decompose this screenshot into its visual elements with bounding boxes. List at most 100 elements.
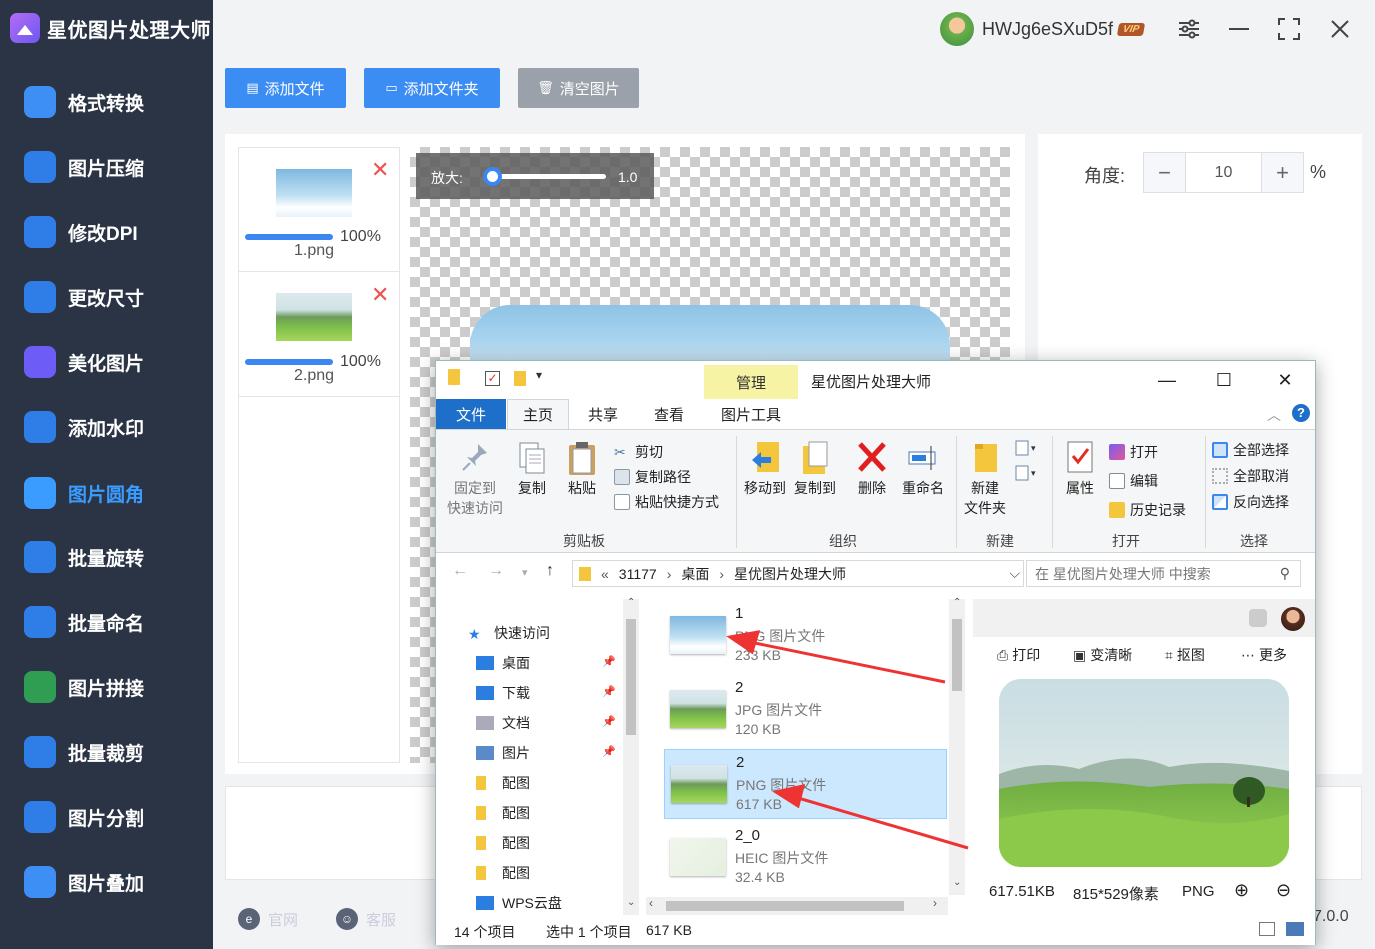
sidebar-item[interactable]: 图片拼接 <box>0 667 213 707</box>
explorer-maximize-icon[interactable]: ☐ <box>1209 367 1239 393</box>
sharpen-button[interactable]: ▣ 变清晰 <box>1073 645 1132 665</box>
up-icon[interactable]: ↑ <box>546 562 554 580</box>
invert-selection-button[interactable]: 反向选择 <box>1212 492 1289 512</box>
nav-item[interactable]: 桌面 <box>476 653 530 673</box>
explorer-minimize-icon[interactable]: — <box>1152 367 1182 393</box>
nav-item[interactable]: ★ 快速访问 <box>468 623 550 643</box>
nav-item[interactable]: 配图 <box>476 833 530 853</box>
scroll-down-icon[interactable]: ⌄ <box>953 877 961 888</box>
user-avatar-icon[interactable] <box>1281 607 1305 631</box>
tab-share[interactable]: 共享 <box>573 399 633 429</box>
breadcrumb[interactable]: 31177 <box>619 566 657 582</box>
add-file-button[interactable]: ▤ 添加文件 <box>225 68 346 108</box>
settings-icon[interactable] <box>1176 16 1202 42</box>
forward-icon[interactable]: → <box>488 562 504 580</box>
search-input[interactable]: 在 星优图片处理大师 中搜索 ⚲ <box>1026 560 1301 587</box>
maximize-icon[interactable] <box>1276 16 1302 42</box>
edit-button[interactable]: 编辑 <box>1109 471 1158 491</box>
file-row-selected[interactable]: 2 PNG 图片文件 617 KB <box>664 749 947 819</box>
website-link[interactable]: e 官网 <box>238 908 298 930</box>
cut-button[interactable]: ✂ 剪切 <box>614 442 663 462</box>
zoom-slider-track[interactable] <box>486 174 606 179</box>
scroll-left-icon[interactable]: ‹ <box>649 896 653 910</box>
copy-to-button[interactable]: 复制到 <box>791 440 839 498</box>
nav-item[interactable]: 文档 <box>476 713 530 733</box>
support-link[interactable]: ☺ 客服 <box>336 908 396 930</box>
sidebar-item[interactable]: 图片压缩 <box>0 147 213 187</box>
tab-manage[interactable]: 管理 <box>704 365 798 399</box>
close-icon[interactable] <box>1327 16 1353 42</box>
pin-icon[interactable]: 📌 <box>602 655 616 668</box>
properties-button[interactable]: 属性 <box>1062 440 1098 498</box>
zoom-in-icon[interactable]: ⊕ <box>1234 880 1249 901</box>
sidebar-item[interactable]: 批量命名 <box>0 602 213 642</box>
sidebar-item[interactable]: 格式转换 <box>0 82 213 122</box>
copy-path-button[interactable]: 复制路径 <box>614 467 691 487</box>
move-to-button[interactable]: 移动到 <box>741 440 789 498</box>
pin-icon[interactable]: 📌 <box>602 715 616 728</box>
collapse-ribbon-icon[interactable]: ︿ <box>1267 405 1281 425</box>
nav-item[interactable]: 图片 <box>476 743 530 763</box>
search-icon[interactable]: ⚲ <box>1280 565 1290 582</box>
zoom-out-icon[interactable]: ⊖ <box>1276 880 1291 901</box>
tab-home[interactable]: 主页 <box>507 399 569 429</box>
chevron-down-icon[interactable]: ⌵ <box>1009 565 1020 582</box>
more-button[interactable]: ⋯ 更多 <box>1241 645 1287 665</box>
new-folder-button[interactable]: 新建 文件夹 <box>959 440 1011 518</box>
file-row[interactable]: 1 PNG 图片文件 233 KB <box>664 601 947 671</box>
angle-input[interactable]: 10 <box>1185 153 1262 192</box>
delete-button[interactable]: 删除 <box>855 440 889 498</box>
pin-icon[interactable]: 📌 <box>602 745 616 758</box>
easy-access-icon[interactable]: ▾ <box>1014 463 1042 483</box>
scroll-up-icon[interactable]: ⌃ <box>953 597 961 608</box>
back-icon[interactable]: ← <box>452 562 468 580</box>
breadcrumb[interactable]: 桌面 <box>681 564 709 584</box>
scroll-up-icon[interactable]: ⌃ <box>627 597 635 608</box>
select-all-button[interactable]: 全部选择 <box>1212 440 1289 460</box>
file-item[interactable]: ✕ 100% 1.png <box>239 148 399 272</box>
properties-check-icon[interactable]: ✓ <box>485 371 500 386</box>
tab-file[interactable]: 文件 <box>436 399 506 429</box>
new-folder-quick-icon[interactable] <box>514 371 526 386</box>
angle-increase-button[interactable]: + <box>1262 153 1303 192</box>
tab-view[interactable]: 查看 <box>639 399 699 429</box>
nav-item[interactable]: 配图 <box>476 773 530 793</box>
file-list-scrollbar[interactable]: ⌃ ⌄ <box>949 597 965 895</box>
scroll-right-icon[interactable]: › <box>933 896 937 910</box>
details-view-icon[interactable] <box>1259 922 1275 936</box>
breadcrumb[interactable]: 星优图片处理大师 <box>734 564 846 584</box>
scroll-thumb[interactable] <box>666 901 904 911</box>
angle-decrease-button[interactable]: − <box>1144 153 1185 192</box>
tab-picture-tools[interactable]: 图片工具 <box>704 399 798 429</box>
quick-access-dropdown-icon[interactable]: ▾ <box>536 368 542 382</box>
sidebar-item[interactable]: 图片分割 <box>0 797 213 837</box>
help-icon[interactable]: ? <box>1292 404 1310 422</box>
sidebar-item[interactable]: 图片圆角 <box>0 473 213 513</box>
print-button[interactable]: ⎙ 打印 <box>997 645 1040 665</box>
pin-quick-access-button[interactable]: 固定到 快速访问 <box>444 440 506 518</box>
open-button[interactable]: 打开 <box>1109 442 1158 462</box>
scroll-down-icon[interactable]: ⌄ <box>627 897 635 908</box>
zoom-slider-handle[interactable] <box>483 167 502 186</box>
large-icons-view-icon[interactable] <box>1286 922 1304 936</box>
address-path[interactable]: « 31177 › 桌面 › 星优图片处理大师 ⌵ <box>572 560 1024 587</box>
paste-shortcut-button[interactable]: 粘贴快捷方式 <box>614 492 719 512</box>
file-row[interactable]: 2_0 HEIC 图片文件 32.4 KB <box>664 823 947 893</box>
nav-item[interactable]: 配图 <box>476 863 530 883</box>
user-info[interactable]: HWJg6eSXuD5f VIP <box>940 12 1146 46</box>
scroll-thumb[interactable] <box>952 619 962 691</box>
scroll-thumb[interactable] <box>626 619 636 735</box>
remove-file-icon[interactable]: ✕ <box>371 159 389 181</box>
nav-item[interactable]: WPS云盘 <box>476 893 562 913</box>
settings-hex-icon[interactable] <box>1249 609 1267 627</box>
remove-file-icon[interactable]: ✕ <box>371 284 389 306</box>
history-button[interactable]: 历史记录 <box>1109 500 1186 520</box>
minimize-icon[interactable] <box>1226 16 1252 42</box>
sidebar-item[interactable]: 美化图片 <box>0 342 213 382</box>
add-folder-button[interactable]: ▭ 添加文件夹 <box>364 68 500 108</box>
nav-scrollbar[interactable]: ⌃ ⌄ <box>623 597 639 915</box>
sidebar-item[interactable]: 图片叠加 <box>0 862 213 902</box>
sidebar-item[interactable]: 更改尺寸 <box>0 277 213 317</box>
file-item[interactable]: ✕ 100% 2.png <box>239 273 399 397</box>
rename-button[interactable]: 重命名 <box>899 440 947 498</box>
